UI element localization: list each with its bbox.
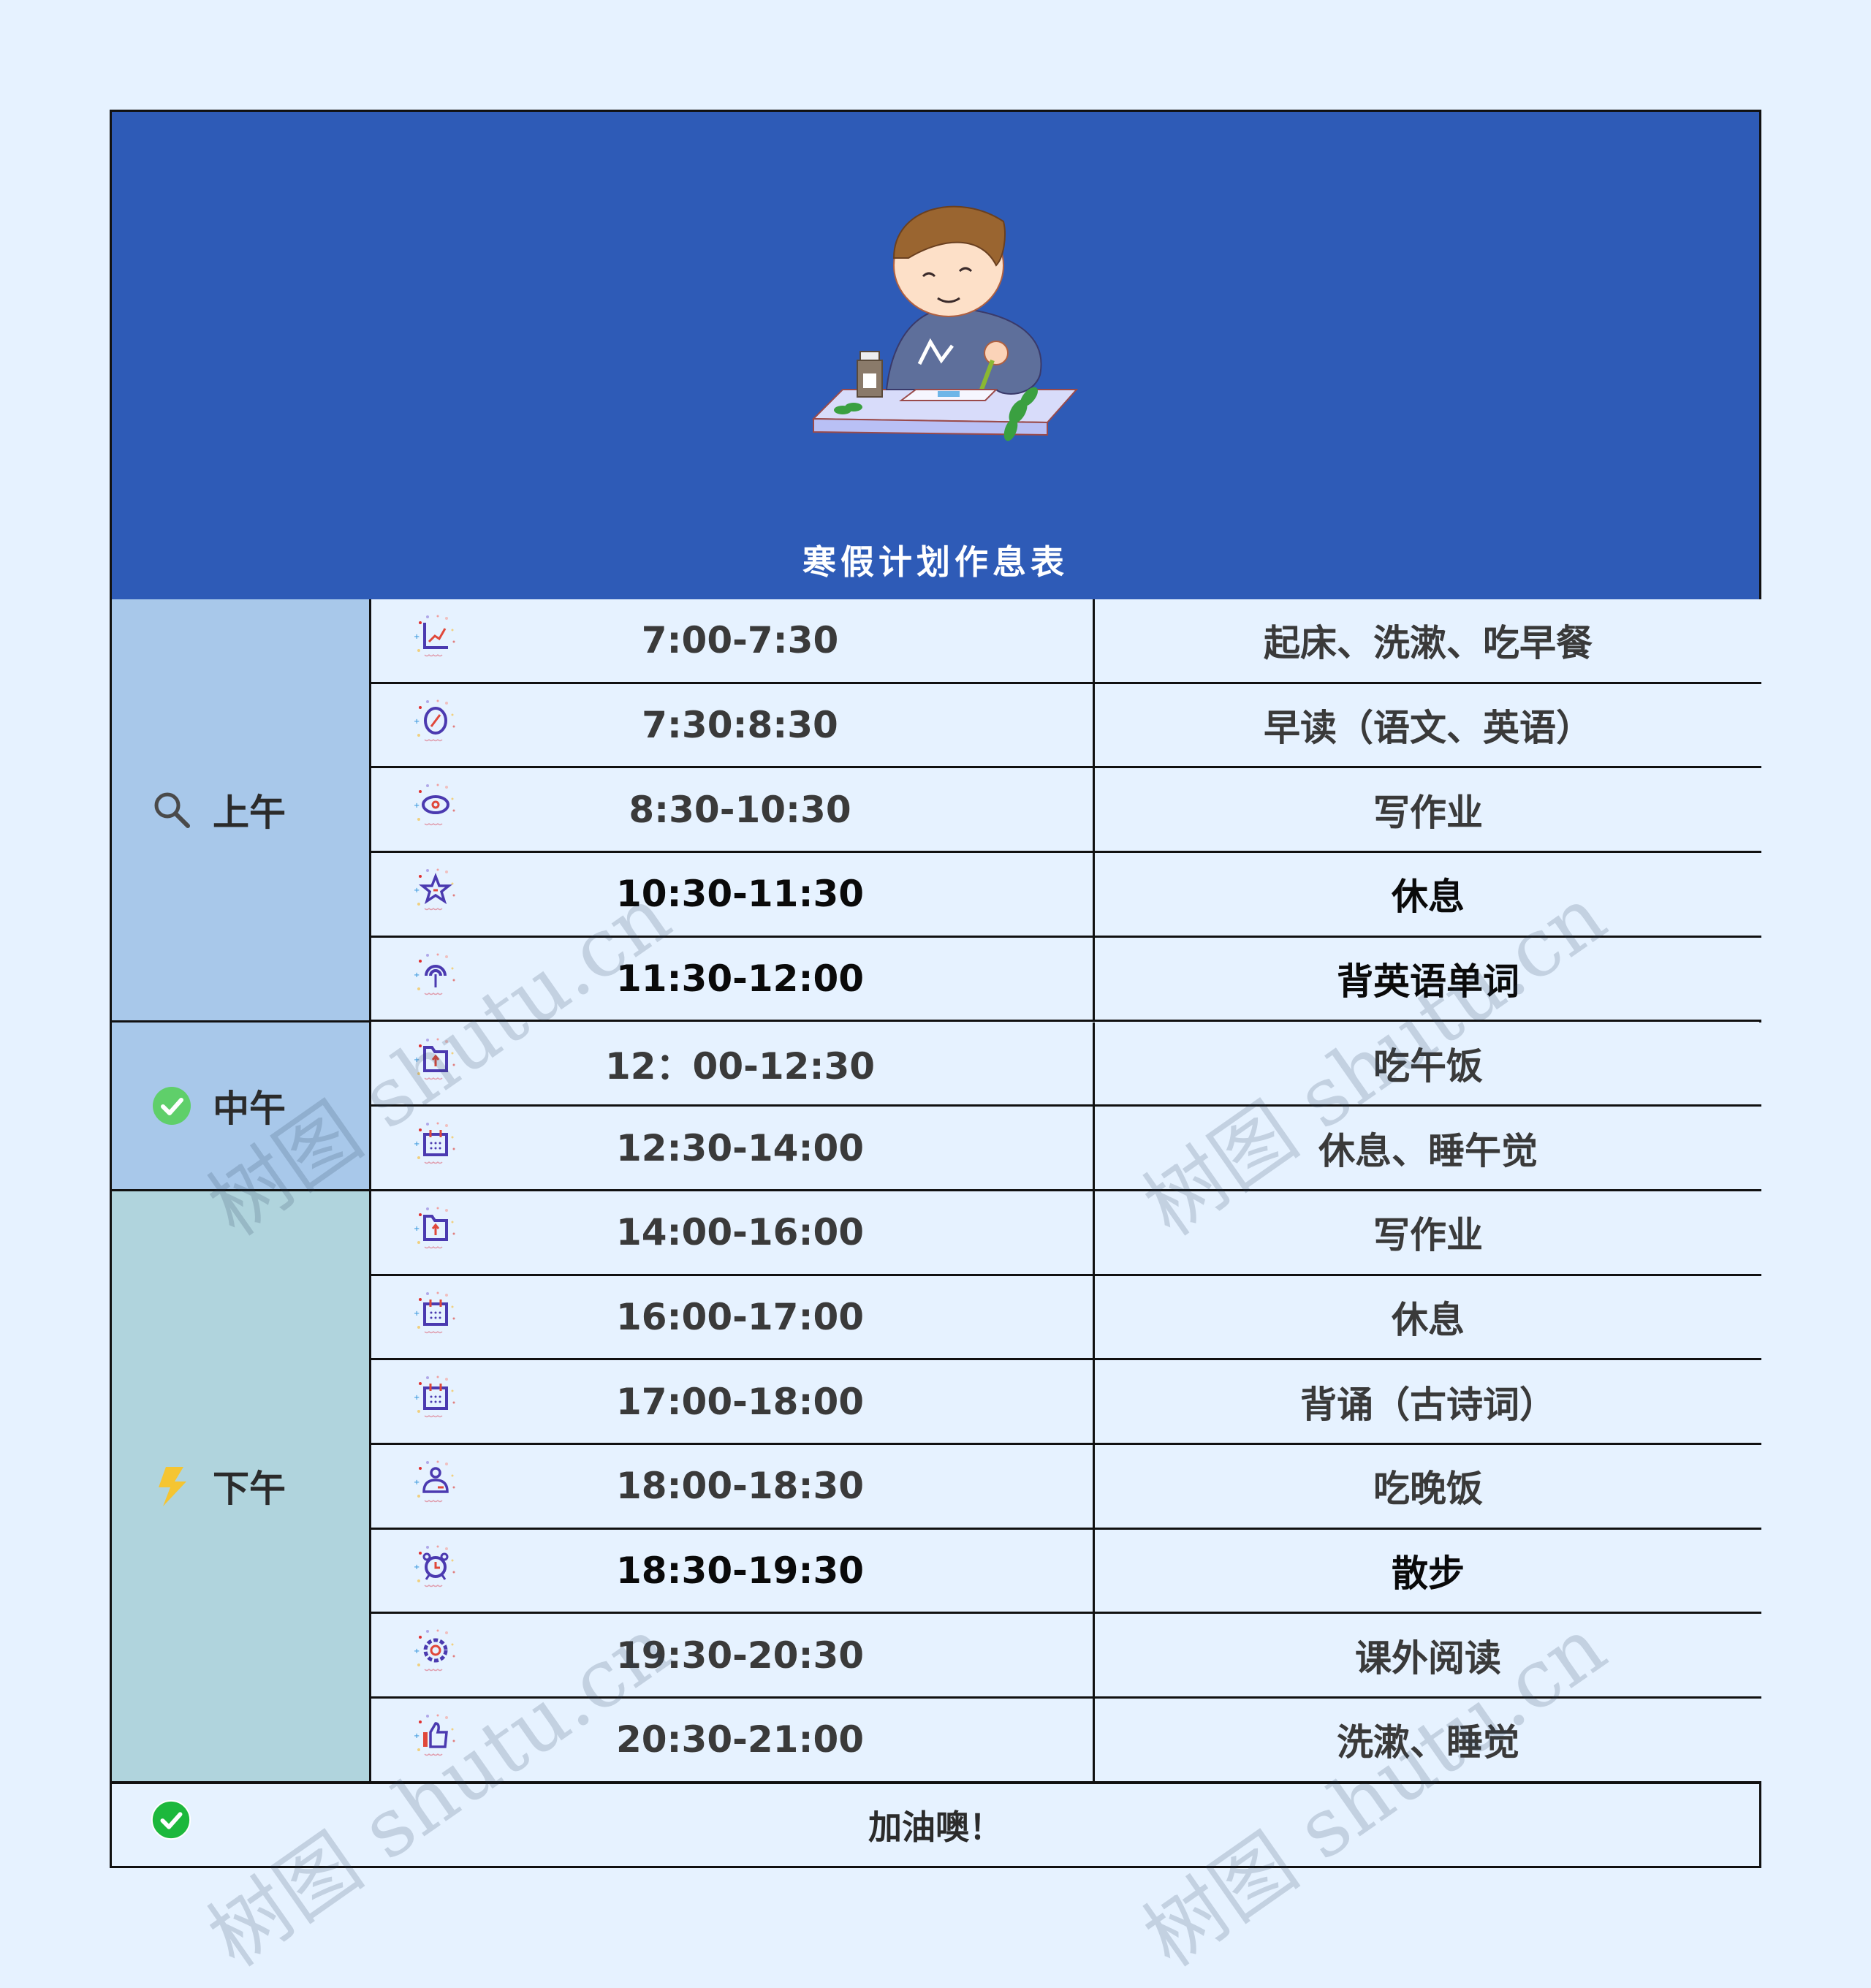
svg-text:+: + xyxy=(414,1056,420,1064)
time-range: 19:30-20:30 xyxy=(615,1634,865,1677)
activity-cell: 写作业 xyxy=(1373,1214,1483,1257)
schedule-row: +7:00-7:30 起床、洗漱、吃早餐 xyxy=(371,599,1761,684)
lightning-icon xyxy=(159,1467,186,1507)
footer: 加油噢！ xyxy=(112,1781,1759,1866)
activity-cell: 背诵（古诗词） xyxy=(1300,1383,1556,1426)
compass-icon: + xyxy=(414,699,455,741)
activity-cell: 课外阅读 xyxy=(1355,1636,1501,1680)
footer-text: 加油噢！ xyxy=(868,1807,1003,1847)
schedule-row: +17:00-18:00 背诵（古诗词） xyxy=(371,1360,1761,1445)
time-range: 16:00-17:00 xyxy=(615,1295,865,1338)
section-afternoon: 下午 xyxy=(112,1191,371,1783)
schedule-row: +18:00-18:30 吃晚饭 xyxy=(371,1445,1761,1530)
folder-upload-icon: + xyxy=(414,1207,455,1249)
svg-text:+: + xyxy=(414,1732,420,1740)
eye-icon: + xyxy=(414,784,455,826)
activity-cell: 起床、洗漱、吃早餐 xyxy=(1264,622,1593,665)
time-cell: +12：00-12:30 xyxy=(371,1022,1095,1105)
schedule-row: +10:30-11:30 休息 xyxy=(371,853,1761,938)
schedule-row: +11:30-12:00 背英语单词 xyxy=(371,937,1761,1023)
schedule-row: +12:30-14:00 休息、睡午觉 xyxy=(371,1107,1761,1191)
schedule-row: +14:00-16:00 写作业 xyxy=(371,1191,1761,1276)
section-label-noon: 中午 xyxy=(213,1087,286,1130)
activity-cell: 洗漱、睡觉 xyxy=(1337,1721,1519,1764)
schedule-row: +20:30-21:00 洗漱、睡觉 xyxy=(371,1699,1761,1783)
time-range: 12:30-14:00 xyxy=(615,1126,865,1169)
svg-text:+: + xyxy=(414,1563,420,1571)
svg-text:+: + xyxy=(414,718,420,726)
time-cell: +18:00-18:30 xyxy=(371,1445,1095,1528)
folder-upload-icon: + xyxy=(414,1038,455,1080)
time-cell: +7:30:8:30 xyxy=(371,683,1095,767)
time-range: 20:30-21:00 xyxy=(615,1718,865,1761)
activity-cell: 休息 xyxy=(1392,876,1465,919)
svg-text:+: + xyxy=(414,1310,420,1318)
user-icon: + xyxy=(414,1460,455,1503)
svg-text:+: + xyxy=(414,1647,420,1655)
section-noon: 中午 xyxy=(112,1022,371,1191)
activity-cell: 散步 xyxy=(1392,1552,1465,1596)
schedule-row: +19:30-20:30 课外阅读 xyxy=(371,1614,1761,1699)
time-range: 11:30-12:00 xyxy=(615,957,865,1001)
time-cell: +14:00-16:00 xyxy=(371,1191,1095,1274)
time-range: 18:30-19:30 xyxy=(615,1549,865,1593)
header-banner: 寒假计划作息表 xyxy=(112,112,1759,602)
check-circle-icon xyxy=(153,1086,191,1125)
star-icon: + xyxy=(414,868,455,911)
antenna-icon: + xyxy=(414,953,455,995)
chart-icon: + xyxy=(414,615,455,657)
time-cell: +10:30-11:30 xyxy=(371,853,1095,936)
activity-cell: 休息 xyxy=(1392,1298,1465,1341)
time-range: 7:00-7:30 xyxy=(641,619,839,662)
schedule-row: +7:30:8:30 早读（语文、英语） xyxy=(371,683,1761,769)
calendar-icon: + xyxy=(414,1291,455,1333)
time-cell: +18:30-19:30 xyxy=(371,1529,1095,1612)
activity-cell: 早读（语文、英语） xyxy=(1264,707,1593,750)
section-label-morning: 上午 xyxy=(213,791,286,834)
time-cell: +7:00-7:30 xyxy=(371,599,1095,682)
time-range: 10:30-11:30 xyxy=(615,873,865,916)
thumbs-up-icon: + xyxy=(414,1714,455,1756)
activity-cell: 吃午饭 xyxy=(1373,1044,1483,1088)
svg-text:+: + xyxy=(414,1140,420,1148)
svg-text:+: + xyxy=(414,802,420,810)
gear-icon: + xyxy=(414,1629,455,1672)
time-range: 8:30-10:30 xyxy=(629,788,851,831)
time-cell: +11:30-12:00 xyxy=(371,937,1095,1020)
time-range: 17:00-18:00 xyxy=(615,1380,865,1423)
activity-cell: 休息、睡午觉 xyxy=(1318,1129,1538,1172)
schedule-row: +8:30-10:30 写作业 xyxy=(371,768,1761,854)
time-cell: +12:30-14:00 xyxy=(371,1107,1095,1189)
activity-cell: 写作业 xyxy=(1373,791,1483,834)
time-cell: +20:30-21:00 xyxy=(371,1699,1095,1781)
time-cell: +16:00-17:00 xyxy=(371,1275,1095,1359)
search-icon xyxy=(154,792,190,828)
activity-cell: 吃晚饭 xyxy=(1373,1468,1483,1511)
svg-text:+: + xyxy=(414,887,420,895)
activity-cell: 背英语单词 xyxy=(1337,960,1519,1004)
svg-text:+: + xyxy=(414,971,420,979)
boy-experiment-illustration xyxy=(811,205,1079,441)
section-morning: 上午 xyxy=(112,599,371,1023)
time-cell: +8:30-10:30 xyxy=(371,768,1095,851)
calendar-icon: + xyxy=(414,1122,455,1164)
time-range: 14:00-16:00 xyxy=(615,1211,865,1254)
time-cell: +19:30-20:30 xyxy=(371,1614,1095,1697)
schedule-row: +16:00-17:00 休息 xyxy=(371,1275,1761,1361)
schedule-row: +18:30-19:30 散步 xyxy=(371,1529,1761,1615)
calendar-icon: + xyxy=(414,1376,455,1418)
svg-text:+: + xyxy=(414,1394,420,1402)
time-cell: +17:00-18:00 xyxy=(371,1360,1095,1443)
schedule-row: +12：00-12:30 吃午饭 xyxy=(371,1022,1761,1107)
svg-text:+: + xyxy=(414,1225,420,1233)
page-title: 寒假计划作息表 xyxy=(802,542,1069,582)
time-range: 7:30:8:30 xyxy=(642,704,838,747)
time-range: 12：00-12:30 xyxy=(604,1044,876,1088)
schedule-sheet: 寒假计划作息表 上午 中午 下午 + 7:00-7:30 起床、洗漱、吃早餐 +… xyxy=(110,110,1761,1868)
time-range: 18:00-18:30 xyxy=(615,1465,865,1508)
section-label-afternoon: 下午 xyxy=(213,1468,286,1511)
alarm-clock-icon: + xyxy=(414,1545,455,1587)
svg-text:+: + xyxy=(414,1479,420,1487)
svg-text:+: + xyxy=(414,633,420,641)
